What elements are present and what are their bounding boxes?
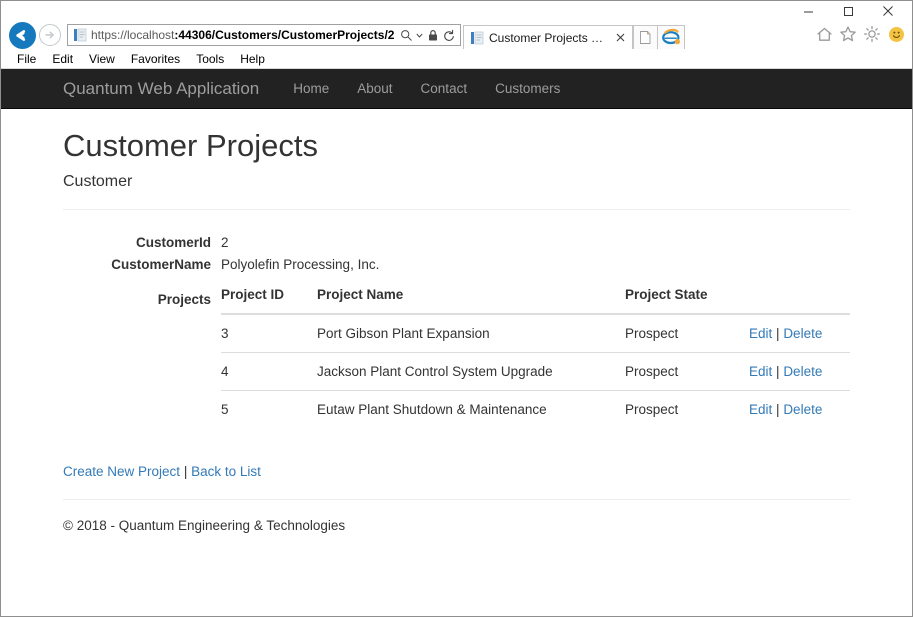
back-to-list-link[interactable]: Back to List xyxy=(191,464,261,479)
menu-item-file[interactable]: File xyxy=(9,50,44,68)
cell-project-name: Port Gibson Plant Expansion xyxy=(317,313,625,353)
browser-toolbar: https://localhost:44306/Customers/Custom… xyxy=(1,21,912,49)
table-row: 4 Jackson Plant Control System Upgrade P… xyxy=(221,351,850,391)
maximize-button[interactable] xyxy=(828,1,868,21)
title-divider xyxy=(63,208,850,210)
page-container: Customer Projects Customer CustomerId 2 … xyxy=(1,128,912,533)
menu-item-favorites[interactable]: Favorites xyxy=(123,50,188,68)
cell-project-state: Prospect xyxy=(625,313,749,353)
address-bar[interactable]: https://localhost:44306/Customers/Custom… xyxy=(67,24,461,46)
lock-icon[interactable] xyxy=(425,25,440,45)
nav-link-about[interactable]: About xyxy=(343,79,406,99)
column-header-project-id: Project ID xyxy=(221,275,317,315)
browser-window: https://localhost:44306/Customers/Custom… xyxy=(0,0,913,617)
forward-arrow-icon[interactable] xyxy=(39,24,61,46)
search-icon[interactable] xyxy=(399,25,414,45)
site-navbar: Quantum Web Application Home About Conta… xyxy=(1,69,912,109)
detail-term-projects: Projects xyxy=(157,291,211,307)
menu-item-tools[interactable]: Tools xyxy=(188,50,232,68)
action-separator: | xyxy=(776,363,780,379)
cell-project-state: Prospect xyxy=(625,389,749,428)
command-bar-icons xyxy=(814,24,906,44)
action-separator: | xyxy=(776,325,780,341)
delete-link[interactable]: Delete xyxy=(783,402,822,417)
back-arrow-icon[interactable] xyxy=(9,21,36,49)
url-host: https://localhost xyxy=(91,28,175,42)
new-tab-button[interactable] xyxy=(633,25,658,49)
refresh-icon[interactable] xyxy=(441,25,456,45)
customer-details-list: CustomerId 2 CustomerName Polyolefin Pro… xyxy=(63,232,850,429)
create-new-project-link[interactable]: Create New Project xyxy=(63,464,180,479)
page-viewport: Quantum Web Application Home About Conta… xyxy=(1,69,912,616)
close-icon[interactable] xyxy=(612,30,628,46)
page-title: Customer Projects xyxy=(63,128,318,163)
tab-title: Customer Projects - Quant... xyxy=(489,30,607,45)
footer-divider xyxy=(63,498,850,500)
action-separator: | xyxy=(776,401,780,417)
cell-project-state: Prospect xyxy=(625,351,749,391)
minimize-button[interactable] xyxy=(788,1,828,21)
close-button[interactable] xyxy=(868,1,908,21)
delete-link[interactable]: Delete xyxy=(783,364,822,379)
detail-term-customerid: CustomerId xyxy=(135,234,211,250)
cell-project-id: 3 xyxy=(221,313,317,353)
edit-link[interactable]: Edit xyxy=(749,326,772,341)
caret-down-icon[interactable] xyxy=(415,25,424,45)
ie-logo-icon[interactable] xyxy=(658,25,685,49)
tools-gear-icon[interactable] xyxy=(862,24,882,44)
footer-copyright: © 2018 - Quantum Engineering & Technolog… xyxy=(63,517,346,533)
delete-link[interactable]: Delete xyxy=(783,326,822,341)
menu-item-edit[interactable]: Edit xyxy=(44,50,81,68)
detail-term-customername: CustomerName xyxy=(111,256,211,272)
favorites-star-icon[interactable] xyxy=(838,24,858,44)
navbar-links: Home About Contact Customers xyxy=(279,79,574,99)
tab-strip: Customer Projects - Quant... xyxy=(463,21,685,49)
navbar-brand[interactable]: Quantum Web Application xyxy=(63,79,279,99)
address-url-text: https://localhost:44306/Customers/Custom… xyxy=(91,25,399,45)
detail-value-customerid: 2 xyxy=(221,234,229,250)
page-subtitle: Customer xyxy=(63,173,133,191)
browser-tab[interactable]: Customer Projects - Quant... xyxy=(463,25,633,49)
action-separator: | xyxy=(183,463,188,479)
menu-bar: File Edit View Favorites Tools Help xyxy=(1,49,912,69)
cell-project-name: Eutaw Plant Shutdown & Maintenance xyxy=(317,389,625,428)
window-controls xyxy=(788,1,908,21)
table-row: 5 Eutaw Plant Shutdown & Maintenance Pro… xyxy=(221,389,850,428)
column-header-project-state: Project State xyxy=(625,275,749,315)
column-header-actions xyxy=(749,275,850,315)
page-actions: Create New Project | Back to List xyxy=(63,464,850,479)
page-favicon xyxy=(469,30,485,46)
nav-link-contact[interactable]: Contact xyxy=(407,79,482,99)
menu-item-view[interactable]: View xyxy=(81,50,123,68)
menu-item-help[interactable]: Help xyxy=(232,50,273,68)
url-path: :44306/Customers/CustomerProjects/2 xyxy=(174,28,395,42)
cell-row-actions: Edit | Delete xyxy=(749,313,850,353)
detail-value-projects: Project ID Project Name Project State 3 … xyxy=(221,275,850,429)
table-header-row: Project ID Project Name Project State xyxy=(221,275,850,315)
detail-value-customername: Polyolefin Processing, Inc. xyxy=(221,256,380,272)
page-favicon xyxy=(72,27,88,43)
cell-project-name: Jackson Plant Control System Upgrade xyxy=(317,351,625,391)
navigation-buttons xyxy=(5,21,61,49)
feedback-smiley-icon[interactable] xyxy=(886,24,906,44)
address-bar-icons xyxy=(399,25,460,45)
cell-row-actions: Edit | Delete xyxy=(749,351,850,391)
cell-row-actions: Edit | Delete xyxy=(749,389,850,428)
table-row: 3 Port Gibson Plant Expansion Prospect E… xyxy=(221,313,850,353)
home-icon[interactable] xyxy=(814,24,834,44)
edit-link[interactable]: Edit xyxy=(749,402,772,417)
nav-link-customers[interactable]: Customers xyxy=(481,79,574,99)
cell-project-id: 4 xyxy=(221,351,317,391)
edit-link[interactable]: Edit xyxy=(749,364,772,379)
column-header-project-name: Project Name xyxy=(317,275,625,315)
projects-table: Project ID Project Name Project State 3 … xyxy=(221,275,850,428)
cell-project-id: 5 xyxy=(221,389,317,428)
nav-link-home[interactable]: Home xyxy=(279,79,343,99)
window-titlebar xyxy=(1,1,912,21)
